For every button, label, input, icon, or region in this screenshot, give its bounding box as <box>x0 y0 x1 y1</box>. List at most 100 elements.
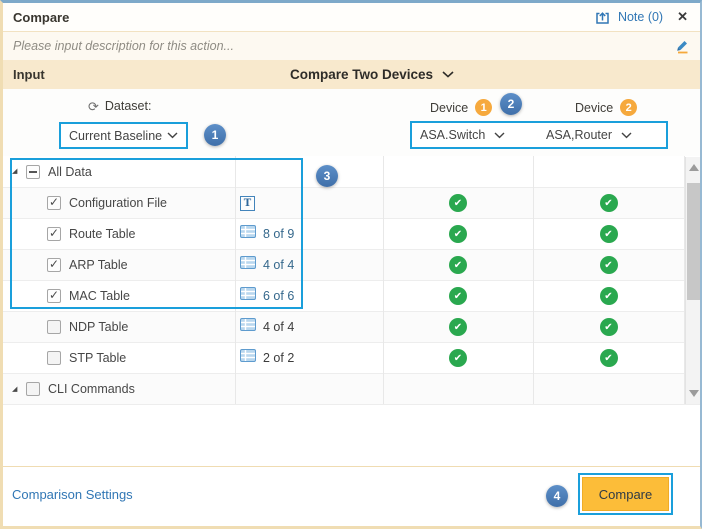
device2-ok-icon: ✔ <box>600 225 618 243</box>
table-icon <box>240 225 256 243</box>
device1-ok-icon: ✔ <box>449 349 467 367</box>
tree-row-cli-commands[interactable]: ◢ CLI Commands <box>3 374 700 405</box>
close-icon[interactable]: ✕ <box>675 9 690 25</box>
device1-ok-icon: ✔ <box>449 225 467 243</box>
device1-ok-icon: ✔ <box>449 318 467 336</box>
column-divider <box>235 156 236 404</box>
device-selects-group: ASA.Switch ASA,Router <box>410 121 668 149</box>
device2-header: Device 2 <box>575 99 637 116</box>
compare-mode-value[interactable]: Compare Two Devices <box>290 67 433 82</box>
footer: Comparison Settings 4 Compare <box>3 467 700 526</box>
scroll-down-icon[interactable] <box>689 390 699 397</box>
dataset-value[interactable]: Current Baseline <box>69 129 162 143</box>
annotation-badge-3: 3 <box>316 165 338 187</box>
dataset-select[interactable]: Current Baseline <box>59 122 188 149</box>
route-table-checkbox[interactable] <box>47 227 61 241</box>
device2-ok-icon: ✔ <box>600 287 618 305</box>
row-label: NDP Table <box>69 320 128 334</box>
device1-value[interactable]: ASA.Switch <box>420 128 485 142</box>
expander-icon[interactable]: ◢ <box>12 168 26 175</box>
tree-row-stp-table[interactable]: STP Table 2 of 2 ✔ ✔ <box>3 343 700 374</box>
chevron-down-icon <box>167 132 178 139</box>
dialog-title: Compare <box>3 10 69 25</box>
annotation-box-4: Compare <box>578 473 673 515</box>
device2-value[interactable]: ASA,Router <box>546 128 612 142</box>
input-bar: Input Compare Two Devices <box>3 60 700 89</box>
refresh-icon[interactable]: ⟳ <box>88 100 99 113</box>
row-label: All Data <box>48 165 92 179</box>
row-label: ARP Table <box>69 258 128 272</box>
row-count[interactable]: 8 of 9 <box>263 227 294 241</box>
row-label: Route Table <box>69 227 136 241</box>
all-data-checkbox[interactable] <box>26 165 40 179</box>
device1-select[interactable]: ASA.Switch <box>420 123 505 147</box>
dataset-header: ⟳ Dataset: <box>88 99 151 113</box>
device1-ok-icon: ✔ <box>449 287 467 305</box>
tree-row-arp-table[interactable]: ARP Table 4 of 4 ✔ ✔ <box>3 250 700 281</box>
compare-button[interactable]: Compare <box>582 477 669 511</box>
compare-dialog: Compare Note (0) ✕ Please input descript… <box>0 0 702 529</box>
vertical-scrollbar[interactable] <box>685 157 700 404</box>
row-label: STP Table <box>69 351 126 365</box>
input-label: Input <box>3 67 45 82</box>
device1-ok-icon: ✔ <box>449 194 467 212</box>
controls-row: ⟳ Dataset: Current Baseline 1 Device 1 2… <box>3 89 700 156</box>
configuration-file-checkbox[interactable] <box>47 196 61 210</box>
annotation-badge-1: 1 <box>204 124 226 146</box>
row-count[interactable]: 4 of 4 <box>263 258 294 272</box>
device2-label: Device <box>575 101 613 115</box>
chevron-down-icon <box>442 71 454 78</box>
device2-badge: 2 <box>620 99 637 116</box>
annotation-badge-2: 2 <box>500 93 522 115</box>
table-icon <box>240 256 256 274</box>
data-tree-grid: ◢ All Data Configuration File T ✔ ✔ Rout… <box>3 156 700 405</box>
scrollbar-thumb[interactable] <box>687 183 700 300</box>
column-divider <box>533 156 534 404</box>
compare-mode-select[interactable]: Compare Two Devices <box>290 67 454 82</box>
row-label: MAC Table <box>69 289 130 303</box>
row-count[interactable]: 2 of 2 <box>263 351 294 365</box>
comparison-settings-link[interactable]: Comparison Settings <box>12 487 133 502</box>
device2-select[interactable]: ASA,Router <box>546 123 632 147</box>
device1-ok-icon: ✔ <box>449 256 467 274</box>
tree-row-route-table[interactable]: Route Table 8 of 9 ✔ ✔ <box>3 219 700 250</box>
table-icon <box>240 287 256 305</box>
chevron-down-icon <box>621 132 632 139</box>
popout-note-icon[interactable] <box>594 9 611 26</box>
device1-header: Device 1 <box>430 99 492 116</box>
device1-badge: 1 <box>475 99 492 116</box>
edit-pencil-icon[interactable] <box>674 38 690 54</box>
row-count[interactable]: 4 of 4 <box>263 320 294 334</box>
tree-row-all-data[interactable]: ◢ All Data <box>3 156 700 188</box>
stp-table-checkbox[interactable] <box>47 351 61 365</box>
tree-row-ndp-table[interactable]: NDP Table 4 of 4 ✔ ✔ <box>3 312 700 343</box>
row-count[interactable]: 6 of 6 <box>263 289 294 303</box>
annotation-badge-4: 4 <box>546 485 568 507</box>
dataset-label: Dataset: <box>105 99 152 113</box>
row-label: CLI Commands <box>48 382 135 396</box>
ndp-table-checkbox[interactable] <box>47 320 61 334</box>
mac-table-checkbox[interactable] <box>47 289 61 303</box>
device2-ok-icon: ✔ <box>600 349 618 367</box>
device2-ok-icon: ✔ <box>600 318 618 336</box>
cli-commands-checkbox[interactable] <box>26 382 40 396</box>
title-bar: Compare Note (0) ✕ <box>3 3 700 32</box>
device2-ok-icon: ✔ <box>600 256 618 274</box>
table-icon <box>240 318 256 336</box>
description-placeholder[interactable]: Please input description for this action… <box>3 39 234 53</box>
description-bar[interactable]: Please input description for this action… <box>3 32 700 60</box>
device1-label: Device <box>430 101 468 115</box>
chevron-down-icon <box>494 132 505 139</box>
device2-ok-icon: ✔ <box>600 194 618 212</box>
tree-row-mac-table[interactable]: MAC Table 6 of 6 ✔ ✔ <box>3 281 700 312</box>
expander-icon[interactable]: ◢ <box>12 386 26 393</box>
table-icon <box>240 349 256 367</box>
note-button[interactable]: Note (0) <box>594 9 663 26</box>
text-file-icon: T <box>240 196 255 211</box>
column-divider <box>383 156 384 404</box>
note-label[interactable]: Note (0) <box>618 10 663 24</box>
scroll-up-icon[interactable] <box>689 164 699 171</box>
row-label: Configuration File <box>69 196 167 210</box>
tree-row-configuration-file[interactable]: Configuration File T ✔ ✔ <box>3 188 700 219</box>
arp-table-checkbox[interactable] <box>47 258 61 272</box>
